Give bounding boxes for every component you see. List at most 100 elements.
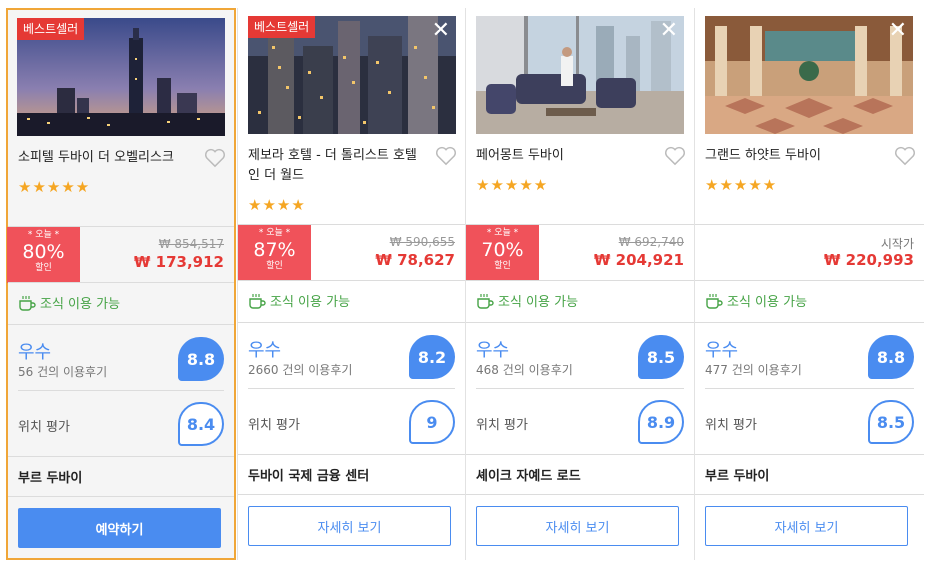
deal-percent: 87% (253, 239, 296, 261)
bestseller-badge: 베스트셀러 (17, 18, 85, 40)
bestseller-badge: 베스트셀러 (248, 16, 316, 38)
from-label: 시작가 (880, 237, 914, 251)
divider (695, 454, 924, 455)
review-count[interactable]: 56 건의 이용후기 (18, 363, 107, 380)
heart-icon[interactable] (204, 148, 226, 168)
deal-off-label: 할인 (266, 261, 283, 271)
review-score: 8.8 (868, 335, 914, 379)
hotel-card[interactable]: ✕ 그랜드 하얏트 두바이 ★★★★★ 시작가 ₩ 220,993 조식 이용 … (695, 8, 924, 560)
divider (238, 322, 465, 323)
breakfast-available: 조식 이용 가능 (476, 291, 578, 310)
coffee-cup-icon (477, 293, 494, 309)
rating-label: 우수 (476, 340, 510, 361)
view-details-button[interactable]: 자세히 보기 (248, 506, 451, 546)
hotel-area: 부르 두바이 (705, 469, 770, 484)
divider (466, 280, 694, 281)
hotel-name[interactable]: 그랜드 하얏트 두바이 (705, 146, 885, 166)
coffee-cup-icon (19, 295, 36, 311)
divider (8, 496, 234, 497)
deal-price[interactable]: ₩ 78,627 (375, 251, 455, 269)
divider (248, 388, 455, 389)
breakfast-label: 조식 이용 가능 (727, 295, 808, 310)
view-details-button[interactable]: 자세히 보기 (476, 506, 679, 546)
heart-icon[interactable] (664, 146, 686, 166)
deal-today: * 오늘 * (486, 228, 519, 238)
deal-today: * 오늘 * (258, 228, 291, 238)
deal-percent: 70% (481, 239, 524, 261)
hotel-name[interactable]: 페어몽트 두바이 (476, 146, 656, 166)
heart-icon[interactable] (435, 146, 457, 166)
review-count[interactable]: 468 건의 이용후기 (476, 361, 573, 378)
breakfast-label: 조식 이용 가능 (498, 295, 579, 310)
hotel-card[interactable]: ✕ 페어몽트 두바이 ★★★★★ * 오늘 * 70% 할인 ₩ 692,740… (466, 8, 695, 560)
hotel-area: 셰이크 자예드 로드 (476, 469, 581, 484)
divider (695, 322, 924, 323)
divider (238, 280, 465, 281)
divider (695, 280, 924, 281)
book-button[interactable]: 예약하기 (18, 508, 221, 548)
divider (238, 454, 465, 455)
hotel-photo[interactable]: ✕ (705, 16, 913, 134)
coffee-cup-icon (249, 293, 266, 309)
divider (466, 494, 694, 495)
view-details-button[interactable]: 자세히 보기 (705, 506, 908, 546)
rating-label: 우수 (18, 342, 52, 363)
location-label: 위치 평가 (476, 418, 528, 433)
divider (695, 494, 924, 495)
deal-off-label: 할인 (35, 263, 52, 273)
close-icon[interactable]: ✕ (889, 20, 907, 42)
deal-price[interactable]: ₩ 204,921 (594, 251, 684, 269)
hotel-photo[interactable]: 베스트셀러 (17, 18, 225, 136)
hotel-photo[interactable]: ✕ (476, 16, 684, 134)
divider (466, 322, 694, 323)
rating-label: 우수 (705, 340, 739, 361)
divider (8, 456, 234, 457)
location-score: 8.9 (638, 400, 684, 444)
deal-off-label: 할인 (494, 261, 511, 271)
divider (705, 388, 914, 389)
hotel-results-row: 베스트셀러 소피텔 두바이 더 오벨리스크 ★★★★★ * 오늘 * 80% 할… (0, 0, 925, 569)
original-price: ₩ 692,740 (618, 235, 684, 249)
deal-badge: * 오늘 * 87% 할인 (238, 225, 311, 281)
breakfast-available: 조식 이용 가능 (705, 291, 807, 310)
coffee-cup-icon (706, 293, 723, 309)
star-rating: ★★★★★ (705, 176, 778, 194)
original-price: ₩ 854,517 (158, 237, 224, 251)
close-icon[interactable]: ✕ (660, 20, 678, 42)
hotel-photo[interactable]: 베스트셀러 ✕ (248, 16, 456, 134)
location-score: 8.4 (178, 402, 224, 446)
review-score: 8.2 (409, 335, 455, 379)
breakfast-available: 조식 이용 가능 (18, 293, 120, 312)
divider (8, 324, 234, 325)
review-count[interactable]: 2660 건의 이용후기 (248, 361, 352, 378)
location-label: 위치 평가 (248, 418, 300, 433)
breakfast-available: 조식 이용 가능 (248, 291, 350, 310)
heart-icon[interactable] (894, 146, 916, 166)
divider (695, 224, 924, 225)
deal-percent: 80% (22, 241, 65, 263)
deal-badge: * 오늘 * 70% 할인 (466, 225, 539, 281)
star-rating: ★★★★ (248, 196, 306, 214)
hotel-card[interactable]: 베스트셀러 ✕ 제보라 호텔 - 더 톨리스트 호텔 인 더 월드 ★★★★ *… (237, 8, 466, 560)
hotel-name[interactable]: 소피텔 두바이 더 오벨리스크 (18, 148, 198, 168)
divider (18, 390, 224, 391)
location-label: 위치 평가 (705, 418, 757, 433)
location-score: 8.5 (868, 400, 914, 444)
review-count[interactable]: 477 건의 이용후기 (705, 361, 802, 378)
deal-today: * 오늘 * (27, 230, 60, 240)
close-icon[interactable]: ✕ (432, 20, 450, 42)
deal-badge: * 오늘 * 80% 할인 (7, 227, 80, 283)
star-rating: ★★★★★ (476, 176, 549, 194)
divider (476, 388, 684, 389)
divider (238, 494, 465, 495)
hotel-area: 부르 두바이 (18, 471, 83, 486)
hotel-area: 두바이 국제 금융 센터 (248, 469, 370, 484)
breakfast-label: 조식 이용 가능 (270, 295, 351, 310)
hotel-name[interactable]: 제보라 호텔 - 더 톨리스트 호텔 인 더 월드 (248, 146, 428, 186)
divider (466, 454, 694, 455)
price[interactable]: ₩ 220,993 (824, 251, 914, 269)
deal-price[interactable]: ₩ 173,912 (134, 253, 224, 271)
review-score: 8.5 (638, 335, 684, 379)
hotel-card[interactable]: 베스트셀러 소피텔 두바이 더 오벨리스크 ★★★★★ * 오늘 * 80% 할… (6, 8, 236, 560)
original-price: ₩ 590,655 (389, 235, 455, 249)
